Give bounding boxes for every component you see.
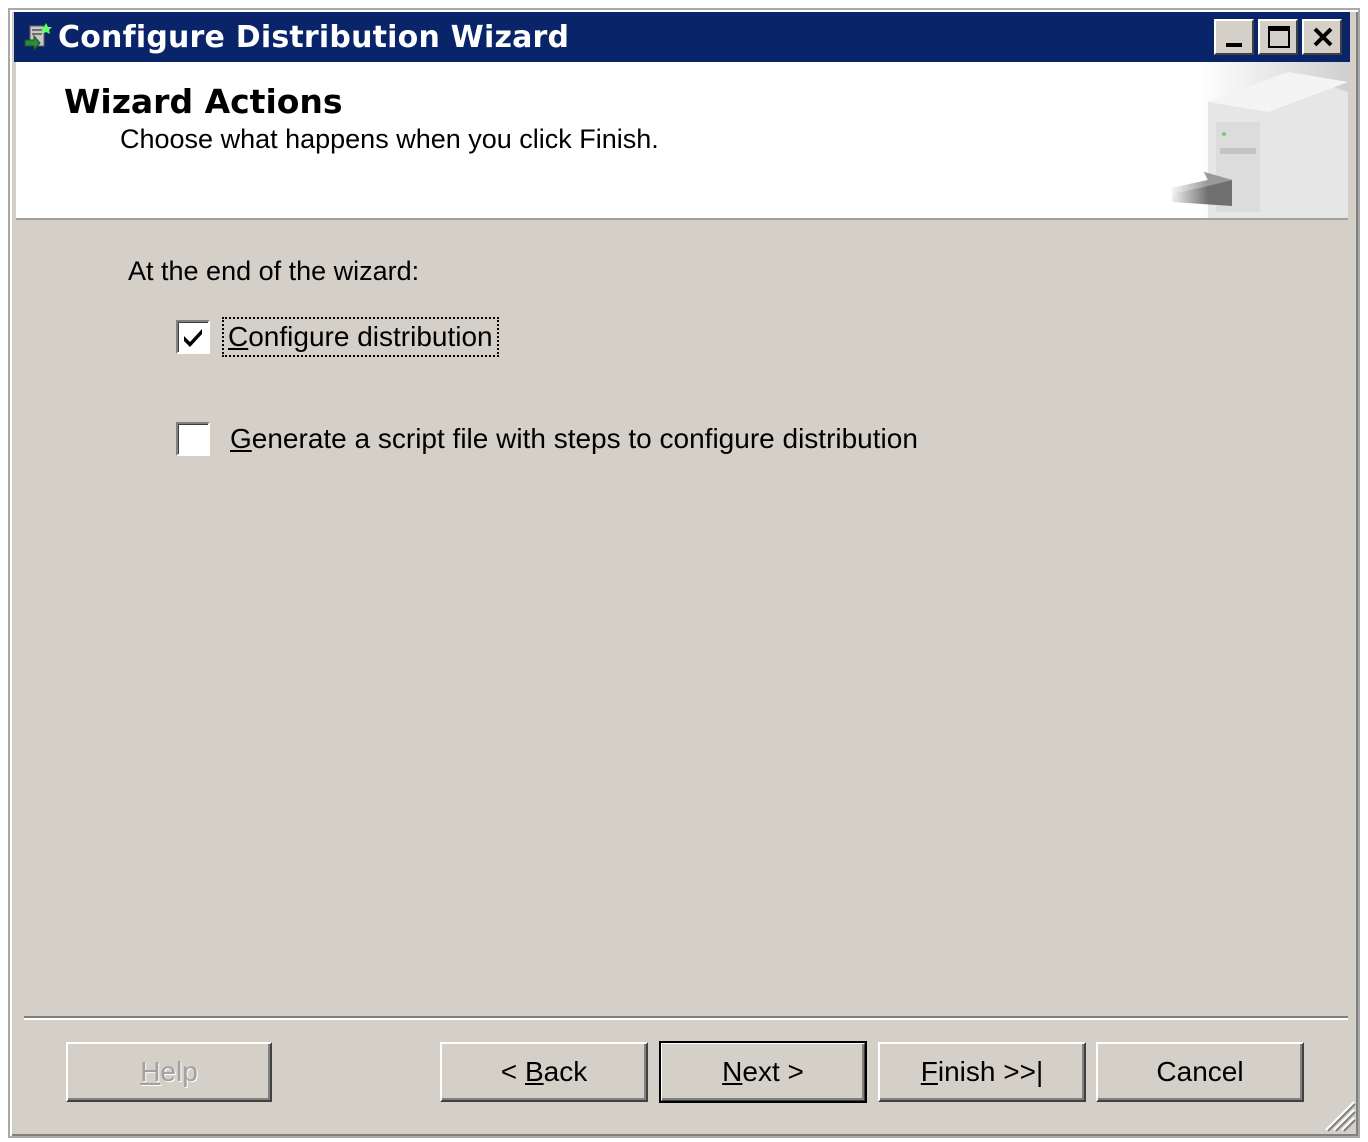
window-title: Configure Distribution Wizard [58,19,570,55]
wizard-header: Wizard Actions Choose what happens when … [16,62,1348,220]
generate-script-option[interactable]: Generate a script file with steps to con… [176,422,918,456]
close-icon [1313,27,1333,47]
minimize-button[interactable] [1214,19,1254,55]
page-title: Wizard Actions [64,82,343,121]
minimize-icon [1226,43,1242,47]
generate-script-label[interactable]: Generate a script file with steps to con… [230,423,918,455]
configure-distribution-option[interactable]: Configure distribution [176,317,499,357]
next-button[interactable]: Next > [659,1041,867,1103]
wizard-app-icon [14,12,58,62]
cancel-button[interactable]: Cancel [1096,1042,1304,1102]
end-of-wizard-label: At the end of the wizard: [128,256,420,286]
close-button[interactable] [1302,19,1342,55]
back-button[interactable]: < Back [440,1042,648,1102]
maximize-icon [1268,26,1290,48]
help-button[interactable]: Help [66,1042,272,1102]
window-controls [1214,19,1342,55]
maximize-button[interactable] [1258,19,1298,55]
checkmark-icon [184,329,202,347]
configure-distribution-label[interactable]: Configure distribution [222,317,499,357]
server-graphic-icon [1168,62,1348,218]
page-subtitle: Choose what happens when you click Finis… [120,124,659,154]
footer-divider [24,1016,1348,1020]
generate-script-checkbox[interactable] [176,422,210,456]
configure-distribution-checkbox[interactable] [176,320,210,354]
finish-button[interactable]: Finish >>| [878,1042,1086,1102]
resize-grip-icon[interactable] [1322,1098,1356,1132]
title-bar[interactable]: Configure Distribution Wizard [14,12,1350,62]
